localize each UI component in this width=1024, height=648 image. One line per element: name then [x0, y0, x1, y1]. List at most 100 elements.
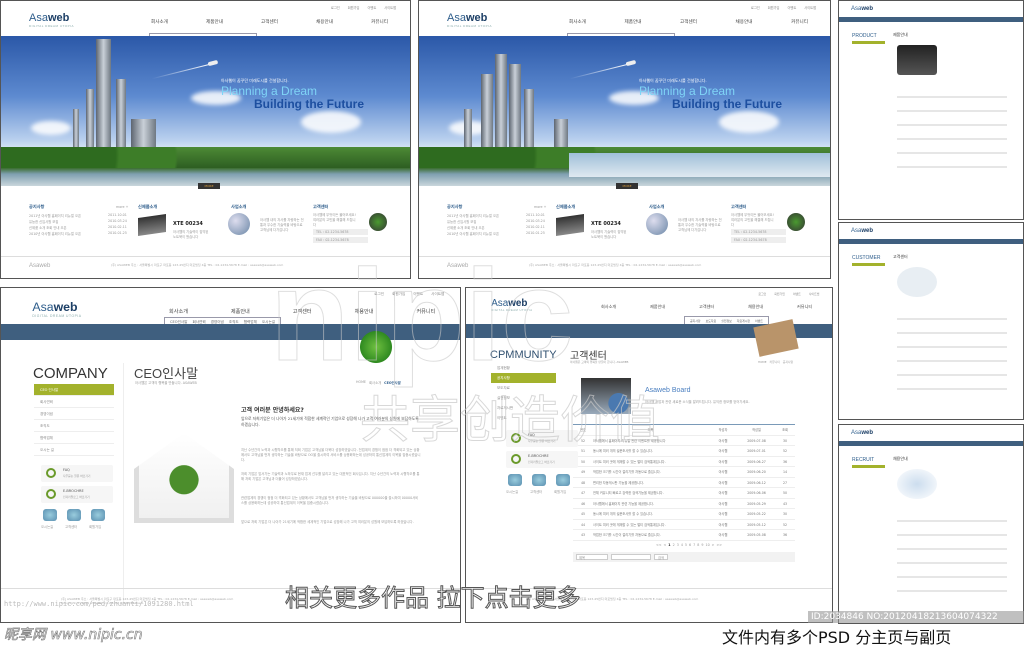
left-menu-item[interactable]: 경영이념: [34, 408, 114, 420]
breadcrumb-item[interactable]: 회사소개: [369, 380, 381, 385]
sub-nav-item[interactable]: 자료게시판: [737, 319, 750, 323]
quick-link[interactable]: 오시는길: [41, 524, 53, 529]
table-row[interactable]: 46 아사웹에서 홈페이지 관련 기능을 제공합니다. 아사웹 2009-05-29 4…: [573, 499, 795, 509]
top-link[interactable]: 로그인: [751, 5, 760, 10]
row-title[interactable]: 아사웹에서 홈페이지 관련 기능을 제공합니다.: [593, 499, 708, 509]
left-menu-item[interactable]: 실전정보: [491, 393, 556, 403]
notice-more[interactable]: more +: [534, 205, 546, 209]
page-link[interactable]: 6: [689, 543, 691, 547]
table-row[interactable]: 51 동시에 여러 개의 설문조사를 할 수 있습니다. 아사웹 2009-07-01…: [573, 446, 795, 457]
top-link[interactable]: 이벤트: [793, 292, 801, 296]
page-link[interactable]: 7: [693, 543, 695, 547]
top-link[interactable]: 회원가입: [768, 5, 780, 10]
table-row[interactable]: 47 전체 커뮤니티 빠르고 강력한 검색기능을 제공합니다. 아사웹 2009-06…: [573, 488, 795, 499]
page-link[interactable]: <: [664, 543, 667, 547]
quick-icon[interactable]: [532, 474, 546, 486]
notice-more[interactable]: more +: [116, 205, 128, 209]
logo[interactable]: Asaweb DIGITAL DREAM UTOPIA: [29, 13, 74, 28]
left-menu-item[interactable]: 자료게시판: [491, 403, 556, 413]
page-link[interactable]: 1: [668, 543, 670, 547]
page-link[interactable]: 10: [705, 543, 709, 547]
left-menu-item[interactable]: 오시는 길: [34, 444, 114, 456]
hero-more-tab[interactable]: MORE: [198, 183, 220, 189]
faq-button[interactable]: FAQ 자주묻는 질문 바로가기: [506, 430, 578, 447]
quick-link[interactable]: 오시는길: [506, 489, 518, 494]
left-menu-item[interactable]: 보도자료: [491, 383, 556, 393]
nav-item[interactable]: 회사소개: [169, 308, 188, 315]
notice-item[interactable]: 2011년 아사웹 홈페이지 리뉴얼 오픈: [29, 213, 81, 218]
top-link[interactable]: 사이트맵: [809, 292, 820, 296]
table-row[interactable]: 43 작업한 크기를 시간이 걸리기를 자동으로 줄입니다. 아사웹 2009-05-…: [573, 530, 795, 541]
quick-icon[interactable]: [91, 509, 105, 521]
left-menu-item[interactable]: 조직도: [34, 420, 114, 432]
ebrochure-button[interactable]: E-BROCHRE 전자카탈로그 바로가기: [41, 486, 113, 503]
row-title[interactable]: 작업한 크기를 시간이 걸리기를 자동으로 줄입니다.: [593, 530, 708, 540]
table-row[interactable]: 52 아사웹에서 홈페이지 리뉴얼 관련 이벤트를 제공합니다 아사웹 2009-07…: [573, 436, 795, 446]
nav-item[interactable]: 고객센터: [680, 19, 697, 25]
sub-nav-item[interactable]: 이벤트: [755, 319, 763, 323]
nav-item[interactable]: 회사소개: [601, 304, 616, 310]
top-link[interactable]: 회원가입: [392, 292, 405, 297]
nav-item[interactable]: 제품안내: [231, 308, 250, 315]
top-link[interactable]: 회원가입: [348, 5, 360, 10]
faq-button[interactable]: FAQ 자주묻는 질문 바로가기: [41, 465, 113, 482]
left-menu-item[interactable]: 이벤트: [491, 413, 556, 423]
nav-item[interactable]: 채용안내: [748, 304, 763, 310]
page-link[interactable]: 2: [673, 543, 675, 547]
hero-more-tab[interactable]: MORE: [616, 183, 638, 189]
logo[interactable]: Asaweb DIGITAL DREAM UTOPIA: [32, 301, 81, 318]
page-link[interactable]: 5: [685, 543, 687, 547]
sub-nav-item[interactable]: 실전정보: [721, 319, 732, 323]
left-menu-item[interactable]: 협력업체: [34, 432, 114, 444]
breadcrumb-item[interactable]: 공지사항: [783, 360, 793, 364]
left-menu-item[interactable]: 회사연혁: [34, 396, 114, 408]
row-title[interactable]: 아사웹에서 홈페이지 리뉴얼 관련 이벤트를 제공합니다: [593, 436, 708, 446]
breadcrumb-item[interactable]: 커뮤니티: [770, 360, 780, 364]
table-row[interactable]: 48 편리한 자동게시판 기능을 제공합니다. 아사웹 2009-06-12 27: [573, 478, 795, 488]
nav-item[interactable]: 채용안내: [355, 308, 374, 315]
quick-icon[interactable]: [67, 509, 81, 521]
top-link[interactable]: 로그인: [758, 292, 766, 296]
table-row[interactable]: 44 사이트 여러 곳에 게재할 수 있는 멀티 검색통계입니다. 아사웹 2009-…: [573, 520, 795, 530]
row-title[interactable]: 편리한 자동게시판 기능을 제공합니다.: [593, 478, 708, 488]
quick-icon[interactable]: [508, 474, 522, 486]
row-title[interactable]: 동시에 여러 개의 설문조사를 할 수 있습니다.: [593, 446, 708, 456]
ebrochure-button[interactable]: E-BROCHRE 전자카탈로그 바로가기: [506, 451, 578, 468]
top-link[interactable]: 사이트맵: [431, 292, 444, 297]
row-title[interactable]: 사이트 여러 곳에 게재할 수 있는 멀티 검색통계입니다.: [593, 457, 708, 467]
top-link[interactable]: 로그인: [374, 292, 384, 297]
top-link[interactable]: 사이트맵: [384, 5, 396, 10]
notice-item[interactable]: 신제품 소개 조회 안내 오픈: [29, 225, 67, 230]
left-menu-item[interactable]: 공지사항: [491, 373, 556, 383]
breadcrumb-item[interactable]: HOME: [758, 360, 767, 364]
nav-item[interactable]: 고객센터: [293, 308, 312, 315]
left-menu-item[interactable]: CEO 인사말: [34, 384, 114, 396]
logo[interactable]: Asaweb DIGITAL DREAM UTOPIA: [491, 298, 532, 313]
quick-link[interactable]: 고객센터: [530, 489, 542, 494]
page-link[interactable]: >: [712, 543, 715, 547]
top-link[interactable]: 로그인: [331, 5, 340, 10]
top-link[interactable]: 이벤트: [787, 5, 796, 10]
top-link[interactable]: 이벤트: [367, 5, 376, 10]
page-link[interactable]: >>: [716, 543, 722, 547]
table-row[interactable]: 49 작업한 크기를 시간이 걸리기를 자동으로 줄입니다. 아사웹 2009-06-…: [573, 467, 795, 478]
nav-item[interactable]: 커뮤니티: [791, 19, 808, 25]
nav-item[interactable]: 커뮤니티: [416, 308, 435, 315]
top-link[interactable]: 사이트맵: [804, 5, 816, 10]
row-title[interactable]: 동시에 여러 개의 설문조사를 할 수 있습니다.: [593, 509, 708, 519]
breadcrumb-item[interactable]: CEO인사말: [384, 380, 401, 385]
page-link[interactable]: 8: [697, 543, 699, 547]
breadcrumb-item[interactable]: HOME: [356, 380, 366, 385]
search-input[interactable]: [611, 554, 651, 560]
table-row[interactable]: 45 동시에 여러 개의 설문조사를 할 수 있습니다. 아사웹 2009-05-22…: [573, 509, 795, 520]
nav-item[interactable]: 제품안내: [625, 19, 642, 25]
nav-item[interactable]: 고객센터: [699, 304, 714, 310]
nav-item[interactable]: 제품안내: [206, 19, 223, 25]
page-link[interactable]: <<: [656, 543, 662, 547]
nav-item[interactable]: 채용안내: [316, 19, 333, 25]
notice-item[interactable]: 2010년 아사웹 홈페이지 리뉴얼 오픈: [447, 231, 499, 236]
search-select[interactable]: 제목: [576, 554, 608, 560]
nav-item[interactable]: 회사소개: [151, 19, 168, 25]
row-title[interactable]: 전체 커뮤니티 빠르고 강력한 검색기능을 제공합니다.: [593, 488, 708, 498]
page-link[interactable]: 3: [677, 543, 679, 547]
